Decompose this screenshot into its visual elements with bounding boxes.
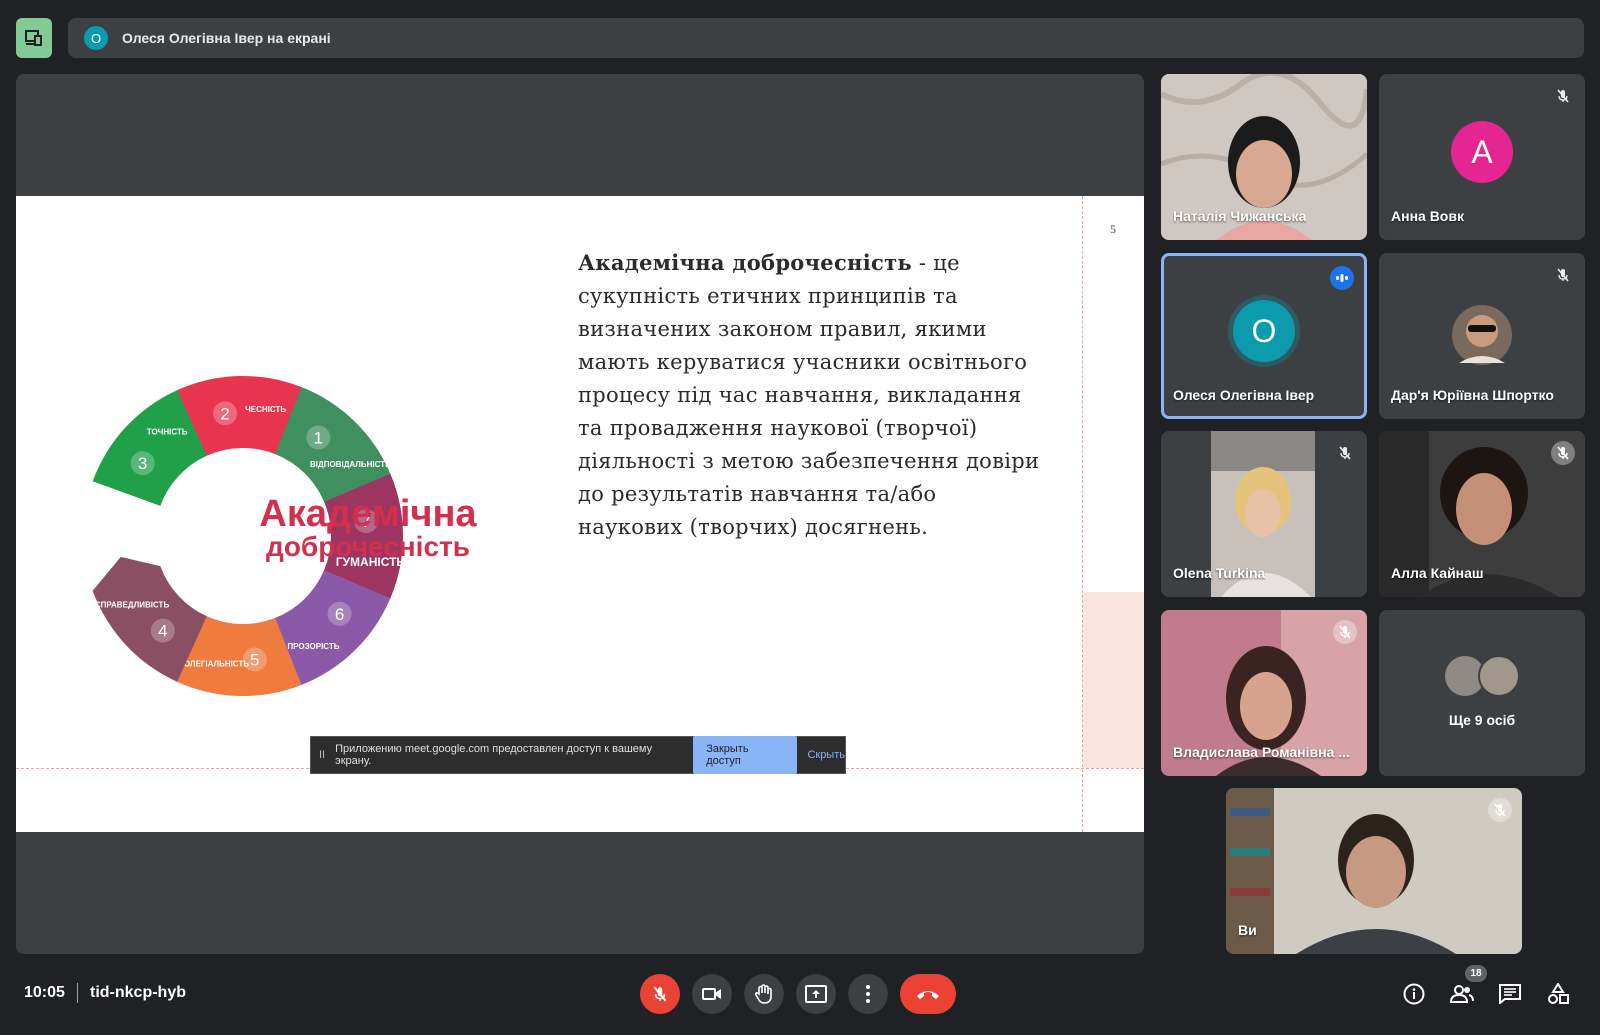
people-button[interactable]	[1446, 978, 1478, 1010]
present-screen-icon[interactable]	[16, 18, 52, 58]
segment-label: ТОЧНІСТЬ	[147, 427, 188, 436]
more-options-button[interactable]	[848, 974, 888, 1014]
hand-icon	[755, 984, 772, 1004]
meeting-details-button[interactable]	[1398, 978, 1430, 1010]
participant-name: Алла Кайнаш	[1391, 565, 1484, 581]
camera-toggle-button[interactable]	[692, 974, 732, 1014]
integrity-cycle-diagram: 3ТОЧНІСТЬ2 ЧЕСНІСТЬ1ВІДПОВІДАЛЬНІСТЬ7ГУМА…	[92, 376, 477, 696]
meeting-code: tid-nkcp-hyb	[90, 984, 186, 1001]
leave-call-button[interactable]	[900, 974, 956, 1014]
muted-mic-icon	[1333, 441, 1357, 465]
self-view-tile[interactable]: Ви	[1226, 788, 1522, 954]
present-icon	[805, 985, 827, 1003]
segment-label: КОЛЕГІАЛЬНІСТЬ	[179, 660, 249, 669]
segment-label: ВІДПОВІДАЛЬНІСТЬ	[310, 460, 391, 469]
segment-number: 3	[138, 454, 147, 473]
segment-number: 6	[335, 605, 344, 624]
participant-name: Olena Turkina	[1173, 565, 1266, 581]
participant-avatar: А	[1451, 121, 1513, 184]
hide-notice-link[interactable]: Скрыть	[807, 749, 845, 761]
chat-button[interactable]	[1494, 978, 1526, 1010]
muted-mic-icon	[1551, 263, 1575, 287]
slide-page-number: 5	[1110, 222, 1116, 236]
participant-tile[interactable]: А Анна Вовк	[1379, 74, 1585, 240]
participant-tile[interactable]: Дар'я Юріївна Шпортко	[1379, 253, 1585, 419]
participant-name: Анна Вовк	[1391, 208, 1464, 224]
presenter-avatar: О	[84, 26, 108, 50]
participants-overflow-tile[interactable]: Ще 9 осіб	[1379, 610, 1585, 776]
chat-icon	[1499, 984, 1521, 1004]
participants-overflow-avatars	[1445, 655, 1520, 697]
segment-label: СПРАВЕДЛИВІСТЬ	[95, 601, 170, 610]
muted-mic-icon	[1551, 441, 1575, 465]
participant-name: Ви	[1238, 922, 1257, 938]
more-vert-icon	[866, 985, 870, 1003]
pause-icon: II	[319, 749, 326, 761]
diagram-title-line1: Академічна	[259, 493, 477, 535]
segment-number: 2	[220, 404, 229, 423]
speaking-indicator-icon	[1330, 266, 1354, 290]
screen-share-notice: II Приложению meet.google.com предоставл…	[310, 736, 846, 774]
segment-number: 5	[250, 650, 259, 669]
diagram-title-line2: доброчесність	[266, 531, 470, 562]
present-screen-button[interactable]	[796, 974, 836, 1014]
segment-label: ПРОЗОРІСТЬ	[287, 642, 339, 651]
participant-tile-active[interactable]: О Олеся Олегівна Івер	[1161, 253, 1367, 419]
presenter-banner: О Олеся Олегівна Івер на екрані	[68, 18, 1584, 58]
segment-number: 4	[158, 622, 167, 641]
slide-body: - це сукупність етичних принципів та виз…	[578, 251, 1040, 539]
bottom-control-bar: 10:05 tid-nkcp-hyb 18	[0, 965, 1600, 1018]
camera-icon	[702, 988, 721, 1000]
slide-definition-text: Академічна доброчесність - це сукупність…	[578, 246, 1048, 544]
muted-mic-icon	[1333, 620, 1357, 644]
activities-button[interactable]	[1542, 978, 1574, 1010]
clock: 10:05	[24, 984, 65, 1001]
participant-name: Дар'я Юріївна Шпортко	[1391, 387, 1554, 403]
participant-name: Наталія Чижанська	[1173, 208, 1307, 224]
participant-avatar: О	[1233, 300, 1295, 363]
stop-sharing-button[interactable]: Закрыть доступ	[693, 736, 798, 774]
mic-off-icon	[653, 986, 667, 1002]
muted-mic-icon	[1551, 84, 1575, 108]
participant-tile[interactable]: Алла Кайнаш	[1379, 431, 1585, 597]
people-icon	[1450, 985, 1474, 1003]
self-video	[1226, 788, 1522, 954]
participant-name: Владислава Романівна ...	[1173, 744, 1350, 760]
presentation-stage: 5 Академічна доброчесність - це сукупніс…	[16, 74, 1144, 954]
presenter-label: Олеся Олегівна Івер на екрані	[122, 30, 331, 46]
hangup-icon	[917, 991, 939, 999]
people-count-badge: 18	[1465, 965, 1487, 982]
participant-tile[interactable]: Olena Turkina	[1161, 431, 1367, 597]
slide-decoration	[1083, 592, 1144, 768]
participant-tile[interactable]: Владислава Романівна ...	[1161, 610, 1367, 776]
segment-label: ЧЕСНІСТЬ	[245, 405, 286, 414]
microphone-toggle-button[interactable]	[640, 974, 680, 1014]
participant-tile[interactable]: Наталія Чижанська	[1161, 74, 1367, 240]
info-icon	[1403, 983, 1425, 1005]
slide-guide-vertical	[1082, 196, 1083, 832]
activities-icon	[1548, 983, 1569, 1004]
slide-heading: Академічна доброчесність	[578, 250, 912, 275]
raise-hand-button[interactable]	[744, 974, 784, 1014]
participant-name: Олеся Олегівна Івер	[1173, 387, 1315, 403]
participants-overflow-label: Ще 9 осіб	[1448, 712, 1516, 728]
muted-mic-icon	[1488, 798, 1512, 822]
divider	[77, 983, 78, 1003]
segment-number: 1	[314, 429, 323, 448]
top-bar: О Олеся Олегівна Івер на екрані	[16, 18, 1584, 58]
share-message: Приложению meet.google.com предоставлен …	[335, 743, 653, 767]
